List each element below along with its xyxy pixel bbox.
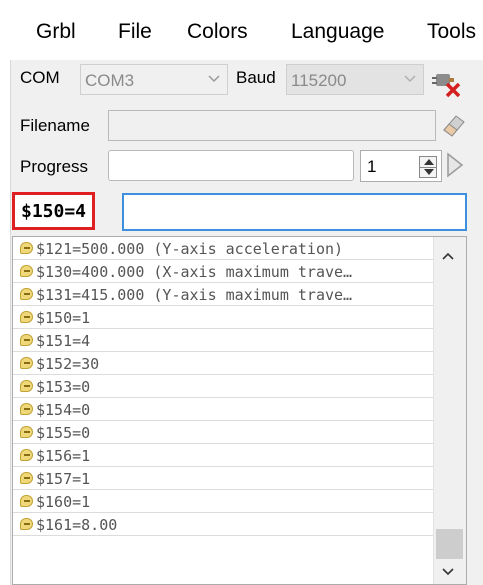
console-line-text: $161=8.00 xyxy=(36,516,118,534)
filename-label: Filename xyxy=(20,116,90,135)
speech-bubble-icon xyxy=(20,495,33,507)
console-line-text: $160=1 xyxy=(36,493,91,511)
speech-bubble-icon xyxy=(20,265,33,277)
com-label: COM xyxy=(20,68,60,87)
menu-language[interactable]: Language xyxy=(291,20,384,44)
progress-label: Progress xyxy=(20,157,89,176)
console-line-text: $151=4 xyxy=(36,332,91,350)
menu-grbl[interactable]: Grbl xyxy=(36,20,76,44)
arrow-up-icon[interactable] xyxy=(424,159,434,165)
console-line-text: $153=0 xyxy=(36,378,91,396)
menu-tools[interactable]: Tools xyxy=(427,20,476,44)
menu-bar: Grbl File Colors Language Tools xyxy=(0,0,483,60)
console-line-text: $157=1 xyxy=(36,470,91,488)
repeat-count-stepper[interactable]: 1 xyxy=(360,150,442,182)
progress-bar xyxy=(108,150,354,181)
speech-bubble-icon xyxy=(20,518,33,530)
baud-rate-value: 115200 xyxy=(291,71,347,90)
scroll-down-icon[interactable] xyxy=(442,565,454,577)
repeat-count-value: 1 xyxy=(367,157,377,176)
disconnect-plug-icon[interactable] xyxy=(430,64,464,98)
console-line: $153=0 xyxy=(13,375,433,398)
console-line: $160=1 xyxy=(13,490,433,513)
console-line-text: $131=415.000 (Y-axis maximum trave… xyxy=(36,286,353,304)
speech-bubble-icon xyxy=(20,426,33,438)
filename-field[interactable] xyxy=(108,110,436,141)
console-line: $131=415.000 (Y-axis maximum trave… xyxy=(13,283,433,306)
console-line: $154=0 xyxy=(13,398,433,421)
console-line: $156=1 xyxy=(13,444,433,467)
speech-bubble-icon xyxy=(20,472,33,484)
baud-rate-select[interactable]: 115200 xyxy=(286,64,424,95)
speech-bubble-icon xyxy=(20,311,33,323)
play-icon[interactable] xyxy=(446,152,464,178)
menu-file[interactable]: File xyxy=(118,20,152,44)
speech-bubble-icon xyxy=(20,403,33,415)
console-scrollbar[interactable] xyxy=(433,237,466,584)
console-line-text: $121=500.000 (Y-axis acceleration) xyxy=(36,240,344,258)
console-line: $152=30 xyxy=(13,352,433,375)
speech-bubble-icon xyxy=(20,334,33,346)
speech-bubble-icon xyxy=(20,357,33,369)
console-line-text: $130=400.000 (X-axis maximum trave… xyxy=(36,263,353,281)
speech-bubble-icon xyxy=(20,288,33,300)
console-line: $157=1 xyxy=(13,467,433,490)
eraser-icon[interactable] xyxy=(440,110,468,138)
console-line: $161=8.00 xyxy=(13,513,433,536)
speech-bubble-icon xyxy=(20,449,33,461)
speech-bubble-icon xyxy=(20,242,33,254)
console-line-text: $154=0 xyxy=(36,401,91,419)
speech-bubble-icon xyxy=(20,380,33,392)
chevron-down-icon xyxy=(208,75,220,83)
console-line-text: $152=30 xyxy=(36,355,100,373)
console-log[interactable]: $121=500.000 (Y-axis acceleration) $130=… xyxy=(12,236,467,585)
console-line: $155=0 xyxy=(13,421,433,444)
stepper-divider xyxy=(420,167,436,168)
console-line-text: $150=1 xyxy=(36,309,91,327)
console-line: $150=1 xyxy=(13,306,433,329)
console-line-text: $155=0 xyxy=(36,424,91,442)
scrollbar-thumb[interactable] xyxy=(436,529,463,559)
command-input[interactable]: $150=4 xyxy=(12,192,96,230)
com-port-value: COM3 xyxy=(85,71,135,90)
com-port-select[interactable]: COM3 xyxy=(80,64,228,95)
baud-label: Baud xyxy=(236,68,276,87)
stepper-arrows[interactable] xyxy=(419,156,437,178)
console-line: $121=500.000 (Y-axis acceleration) xyxy=(13,237,433,260)
scroll-up-icon[interactable] xyxy=(442,251,454,263)
console-line: $130=400.000 (X-axis maximum trave… xyxy=(13,260,433,283)
chevron-down-icon xyxy=(404,75,416,83)
arrow-down-icon[interactable] xyxy=(424,169,434,175)
console-line-text: $156=1 xyxy=(36,447,91,465)
console-line: $151=4 xyxy=(13,329,433,352)
menu-colors[interactable]: Colors xyxy=(187,20,248,44)
command-input-frame[interactable] xyxy=(122,193,467,231)
